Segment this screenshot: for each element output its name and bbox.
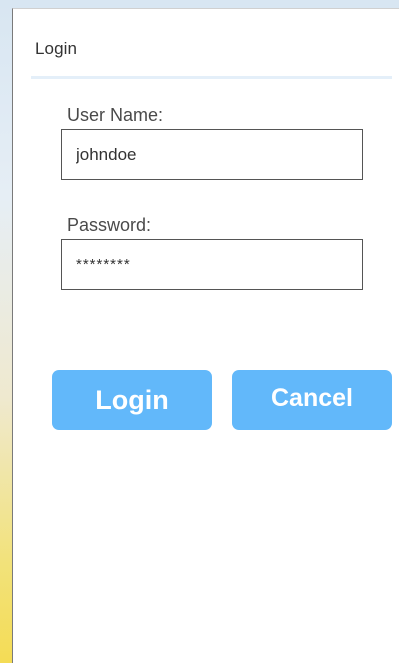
login-dialog: Login User Name: Password: Login Cancel	[12, 8, 399, 663]
password-input[interactable]	[61, 239, 363, 290]
login-button[interactable]: Login	[52, 370, 212, 430]
username-label: User Name:	[67, 105, 164, 125]
password-label: Password:	[67, 215, 152, 235]
username-input[interactable]	[61, 129, 363, 180]
title-divider	[31, 76, 392, 79]
cancel-button[interactable]: Cancel	[232, 370, 392, 430]
dialog-title: Login	[35, 39, 78, 58]
